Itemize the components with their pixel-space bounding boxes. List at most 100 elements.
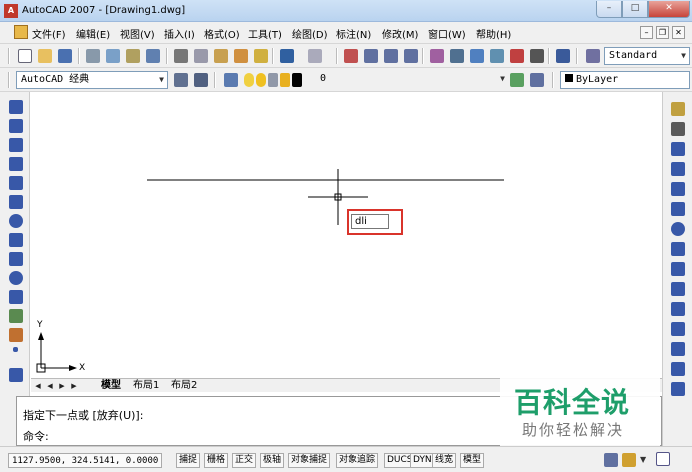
command-prompt[interactable]: 命令: bbox=[23, 428, 49, 444]
dynamic-input-field[interactable]: dli bbox=[351, 214, 389, 229]
tab-layout2[interactable]: 布局2 bbox=[171, 379, 197, 392]
paste-icon[interactable] bbox=[214, 49, 228, 63]
copy-object-icon[interactable] bbox=[671, 122, 685, 136]
polar-button[interactable]: 极轴 bbox=[260, 453, 285, 468]
menu-insert[interactable]: 插入(I) bbox=[164, 26, 195, 41]
move-icon[interactable] bbox=[671, 202, 685, 216]
tab-model[interactable]: 模型 bbox=[101, 379, 121, 392]
layer-freeze-icon[interactable] bbox=[256, 73, 266, 87]
pan-icon[interactable] bbox=[344, 49, 358, 63]
close-button[interactable]: ✕ bbox=[648, 1, 690, 18]
rectangle-icon[interactable] bbox=[9, 176, 23, 190]
grid-button[interactable]: 栅格 bbox=[204, 453, 229, 468]
menu-edit[interactable]: 编辑(E) bbox=[76, 26, 110, 41]
menu-file[interactable]: 文件(F) bbox=[32, 26, 66, 41]
redo-icon[interactable] bbox=[308, 49, 322, 63]
my-workspace-icon[interactable] bbox=[194, 73, 208, 87]
menu-modify[interactable]: 修改(M) bbox=[382, 26, 418, 41]
first-tab-icon[interactable]: ◀ bbox=[33, 381, 43, 391]
workspace-settings-icon[interactable] bbox=[174, 73, 188, 87]
menu-tools[interactable]: 工具(T) bbox=[248, 26, 282, 41]
mirror-icon[interactable] bbox=[671, 142, 685, 156]
spline-icon[interactable] bbox=[9, 252, 23, 266]
calculator-icon[interactable] bbox=[530, 49, 544, 63]
clean-screen-icon[interactable] bbox=[656, 452, 670, 466]
lineweight-button[interactable]: 线宽 bbox=[432, 453, 457, 468]
next-tab-icon[interactable]: ▶ bbox=[57, 381, 67, 391]
ellipse-arc-icon[interactable] bbox=[9, 290, 23, 304]
undo-icon[interactable] bbox=[280, 49, 294, 63]
communication-center-icon[interactable] bbox=[604, 453, 618, 467]
polyline-icon[interactable] bbox=[9, 138, 23, 152]
trim-icon[interactable] bbox=[671, 282, 685, 296]
plot-preview-icon[interactable] bbox=[106, 49, 120, 63]
menu-window[interactable]: 窗口(W) bbox=[428, 26, 466, 41]
revision-cloud-icon[interactable] bbox=[9, 233, 23, 247]
autocad-app-icon[interactable]: A bbox=[4, 4, 18, 18]
toolbar-grip[interactable] bbox=[8, 72, 10, 88]
last-tab-icon[interactable]: ▶ bbox=[69, 381, 79, 391]
point-icon[interactable] bbox=[13, 347, 18, 352]
cut-icon[interactable] bbox=[174, 49, 188, 63]
polygon-icon[interactable] bbox=[9, 157, 23, 171]
menu-help[interactable]: 帮助(H) bbox=[476, 26, 511, 41]
minimize-button[interactable]: – bbox=[596, 1, 622, 18]
design-center-icon[interactable] bbox=[450, 49, 464, 63]
array-icon[interactable] bbox=[671, 182, 685, 196]
scale-icon[interactable] bbox=[671, 242, 685, 256]
zoom-realtime-icon[interactable] bbox=[364, 49, 378, 63]
match-properties-icon[interactable] bbox=[234, 49, 248, 63]
maximize-button[interactable]: □ bbox=[622, 1, 648, 18]
document-icon[interactable] bbox=[14, 25, 28, 39]
stretch-icon[interactable] bbox=[671, 262, 685, 276]
save-icon[interactable] bbox=[58, 49, 72, 63]
color-select[interactable]: ByLayer bbox=[560, 71, 690, 89]
copy-icon[interactable] bbox=[194, 49, 208, 63]
properties-icon[interactable] bbox=[430, 49, 444, 63]
osnap-button[interactable]: 对象捕捉 bbox=[288, 453, 331, 468]
model-button[interactable]: 模型 bbox=[460, 453, 485, 468]
mdi-restore-button[interactable]: ❐ bbox=[656, 26, 669, 39]
construction-line-icon[interactable] bbox=[9, 119, 23, 133]
markup-icon[interactable] bbox=[510, 49, 524, 63]
mdi-minimize-button[interactable]: – bbox=[640, 26, 653, 39]
publish-icon[interactable] bbox=[126, 49, 140, 63]
lock-icon[interactable] bbox=[622, 453, 636, 467]
new-icon[interactable] bbox=[18, 49, 32, 63]
extend-icon[interactable] bbox=[671, 302, 685, 316]
chevron-down-icon[interactable]: ▼ bbox=[640, 455, 650, 465]
tab-layout1[interactable]: 布局1 bbox=[133, 379, 159, 392]
menu-view[interactable]: 视图(V) bbox=[120, 26, 155, 41]
block-editor-icon[interactable] bbox=[254, 49, 268, 63]
sheet-set-icon[interactable] bbox=[490, 49, 504, 63]
workspace-select[interactable]: AutoCAD 经典 ▼ bbox=[16, 71, 168, 89]
print-icon[interactable] bbox=[86, 49, 100, 63]
make-block-icon[interactable] bbox=[9, 328, 23, 342]
mdi-close-button[interactable]: ✕ bbox=[672, 26, 685, 39]
layer-viewport-icon[interactable] bbox=[268, 73, 278, 87]
3d-dwf-icon[interactable] bbox=[146, 49, 160, 63]
layer-select[interactable]: 0 ▼ bbox=[314, 71, 508, 89]
zoom-window-icon[interactable] bbox=[384, 49, 398, 63]
line-icon[interactable] bbox=[9, 100, 23, 114]
rotate-icon[interactable] bbox=[671, 222, 685, 236]
zoom-previous-icon[interactable] bbox=[404, 49, 418, 63]
toolbar-grip[interactable] bbox=[8, 48, 10, 64]
menu-dimension[interactable]: 标注(N) bbox=[336, 26, 371, 41]
menu-format[interactable]: 格式(O) bbox=[204, 26, 240, 41]
break-icon[interactable] bbox=[671, 322, 685, 336]
layer-previous-icon[interactable] bbox=[530, 73, 544, 87]
circle-icon[interactable] bbox=[9, 214, 23, 228]
layer-on-icon[interactable] bbox=[244, 73, 254, 87]
chamfer-icon[interactable] bbox=[671, 362, 685, 376]
ortho-button[interactable]: 正交 bbox=[232, 453, 257, 468]
coordinate-readout[interactable]: 1127.9500, 324.5141, 0.0000 bbox=[8, 453, 163, 468]
layer-lock-icon[interactable] bbox=[280, 73, 290, 87]
text-style-icon[interactable] bbox=[586, 49, 600, 63]
arc-icon[interactable] bbox=[9, 195, 23, 209]
join-icon[interactable] bbox=[671, 342, 685, 356]
erase-icon[interactable] bbox=[671, 102, 685, 116]
ellipse-icon[interactable] bbox=[9, 271, 23, 285]
drawing-canvas[interactable]: Y X dli bbox=[31, 92, 692, 378]
otrack-button[interactable]: 对象追踪 bbox=[336, 453, 379, 468]
